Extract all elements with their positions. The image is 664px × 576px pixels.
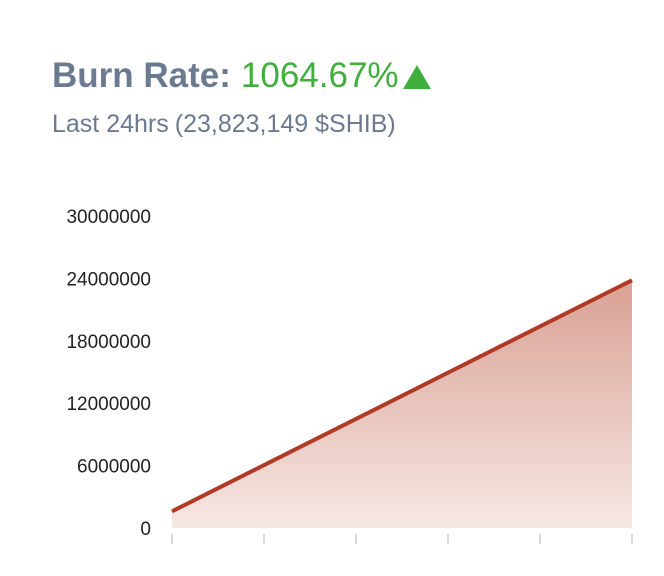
y-axis: 0 6000000 12000000 18000000 24000000 30000000: [66, 207, 151, 540]
y-tick-label: 6000000: [77, 457, 151, 478]
y-tick-label: 12000000: [66, 394, 151, 415]
x-axis: [171, 534, 633, 544]
y-tick-label: 18000000: [66, 332, 151, 353]
burn-area-fill: [172, 280, 632, 528]
y-tick-label: 30000000: [66, 207, 151, 228]
y-tick-label: 0: [140, 519, 151, 540]
burn-chart: 0 6000000 12000000 18000000 24000000 30000000: [66, 207, 633, 544]
y-tick-label: 24000000: [66, 269, 151, 290]
